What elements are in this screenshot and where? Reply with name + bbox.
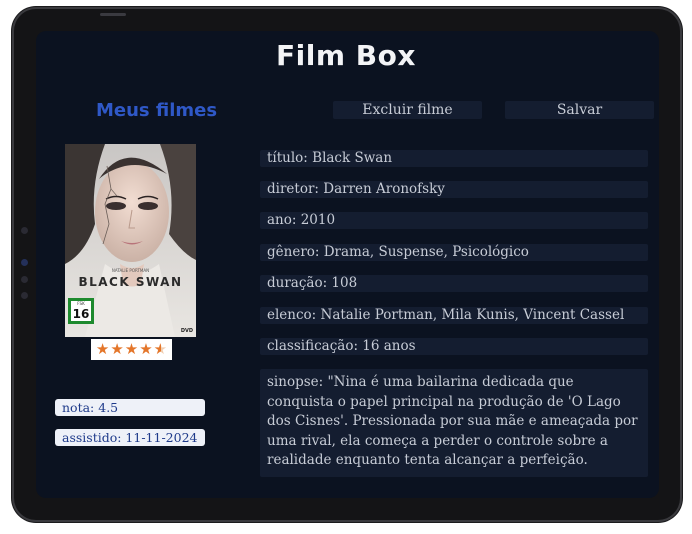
delete-film-button[interactable]: Excluir filme	[333, 101, 482, 119]
year-field[interactable]: ano: 2010	[260, 212, 648, 229]
poster-title: BLACK SWAN	[78, 275, 182, 289]
poster-image: BLACK SWAN NATALIE PORTMAN FSK 16 DVD	[65, 144, 196, 337]
dvd-logo: DVD	[181, 328, 193, 334]
star-icon: ★	[110, 340, 124, 358]
rating-note-field[interactable]: nota: 4.5	[55, 399, 205, 416]
save-button[interactable]: Salvar	[505, 101, 654, 119]
genre-field[interactable]: gênero: Drama, Suspense, Psicológico	[260, 244, 648, 261]
poster-credit: NATALIE PORTMAN	[112, 268, 149, 273]
movie-poster: BLACK SWAN NATALIE PORTMAN FSK 16 DVD	[65, 144, 196, 337]
duration-field[interactable]: duração: 108	[260, 275, 648, 292]
app-title: Film Box	[276, 39, 416, 72]
star-icon: ★	[95, 340, 110, 358]
classification-field[interactable]: classificação: 16 anos	[260, 338, 648, 355]
side-button-dot	[21, 276, 28, 283]
watched-date-field[interactable]: assistido: 11-11-2024	[55, 429, 205, 446]
synopsis-field[interactable]: sinopse: "Nina é uma bailarina dedicada …	[260, 369, 648, 477]
age-rating-badge: 16	[73, 307, 90, 321]
director-field[interactable]: diretor: Darren Aronofsky	[260, 181, 648, 198]
half-star-icon: ★	[153, 340, 168, 358]
side-button-dot	[21, 259, 28, 266]
fsk-label: FSK	[77, 301, 85, 306]
star-icon: ★	[124, 340, 139, 358]
my-films-heading[interactable]: Meus filmes	[96, 100, 217, 121]
side-button-dot	[21, 292, 28, 299]
camera-notch	[100, 13, 126, 16]
cast-field[interactable]: elenco: Natalie Portman, Mila Kunis, Vin…	[260, 307, 648, 324]
side-button-dot	[21, 227, 28, 234]
star-rating: ★ ★ ★ ★ ★	[91, 339, 172, 360]
star-icon: ★	[139, 340, 153, 358]
title-field[interactable]: título: Black Swan	[260, 150, 648, 167]
